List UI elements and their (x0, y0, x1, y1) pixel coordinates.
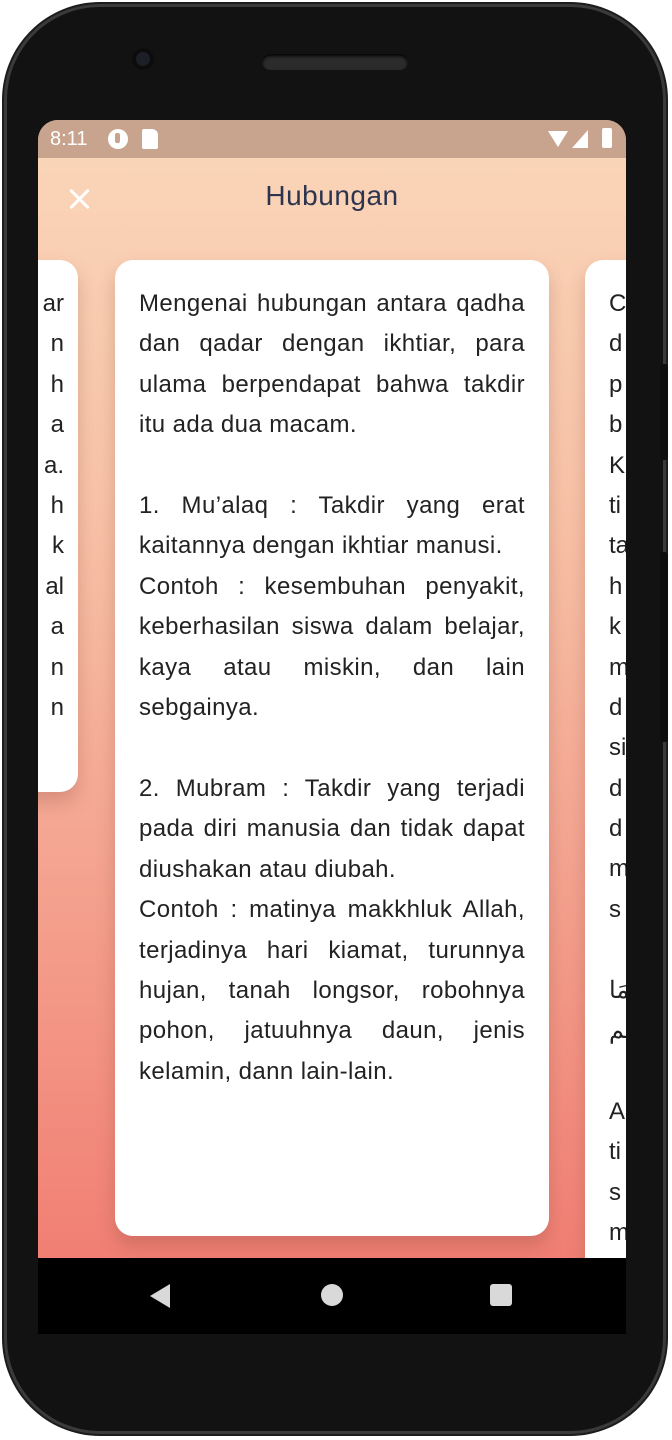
previous-card-line: a. (43, 451, 64, 479)
next-card-line: s (609, 1178, 621, 1206)
next-card-line: C (609, 290, 626, 317)
battery-icon (602, 128, 612, 148)
next-card-line: b (609, 411, 623, 439)
power-button (660, 552, 668, 742)
next-card-line (609, 930, 626, 970)
next-card[interactable]: CdpbKtitahkmdsiddmsمَاهمAtism (585, 260, 626, 1258)
recent-square-icon[interactable] (490, 1284, 512, 1306)
next-card-line: m (609, 1218, 626, 1246)
next-card-line: m (609, 653, 626, 681)
previous-card-line: n (50, 693, 64, 721)
back-triangle-icon[interactable] (150, 1284, 170, 1308)
next-card-line: p (609, 370, 623, 398)
page-title: Hubungan (265, 180, 399, 211)
next-card-line: d (609, 693, 623, 721)
navigation-bar (38, 1258, 626, 1334)
content-card-text: Mengenai hubungan antara qadha dan qadar… (139, 290, 525, 1085)
next-card-line (609, 1051, 626, 1091)
volume-button (660, 364, 668, 460)
next-card-line: ti (609, 491, 621, 519)
status-bar: 8:11 (38, 120, 626, 158)
next-card-line: s (609, 895, 621, 923)
next-card-line: d (609, 330, 623, 358)
next-card-text: CdpbKtitahkmdsiddmsمَاهمAtism (609, 284, 626, 1253)
signal-icon (572, 130, 588, 148)
previous-card-line: n (50, 330, 64, 358)
previous-card-line: h (50, 370, 64, 398)
next-card-line: ta (609, 532, 626, 560)
previous-card-line: n (50, 653, 64, 681)
app-notification-icon (108, 129, 128, 149)
wifi-icon (548, 131, 568, 147)
next-card-line: ti (609, 1138, 621, 1166)
app-bar: Hubungan (38, 158, 626, 240)
previous-card-line: a (50, 613, 64, 641)
previous-card-text: ar n h a a. h k al a n n (43, 284, 64, 728)
next-card-line: k (609, 613, 621, 641)
previous-card-line: al (45, 572, 64, 600)
earpiece-speaker (262, 54, 408, 70)
front-camera-icon (132, 48, 154, 70)
previous-card[interactable]: ar n h a a. h k al a n n (38, 260, 78, 792)
content-card[interactable]: Mengenai hubungan antara qadha dan qadar… (115, 260, 549, 1236)
home-circle-icon[interactable] (321, 1284, 343, 1306)
next-card-line: A (609, 1097, 626, 1125)
next-card-line: هم (609, 1017, 626, 1045)
next-card-line: si (609, 734, 626, 762)
previous-card-line: k (52, 532, 64, 560)
screen: 8:11 Hubungan ar n h a a. h k al a n n Mengenai hu… (38, 120, 626, 1258)
status-time: 8:11 (50, 128, 88, 150)
previous-card-line: a (50, 411, 64, 439)
next-card-line: d (609, 815, 623, 843)
next-card-line: d (609, 774, 623, 802)
next-card-line: h (609, 572, 623, 600)
next-card-line: m (609, 855, 626, 883)
sd-card-icon (142, 129, 158, 149)
previous-card-line: ar (42, 290, 64, 317)
next-card-line: مَا (609, 976, 626, 1004)
next-card-line: K (609, 451, 626, 479)
previous-card-line: h (50, 491, 64, 519)
